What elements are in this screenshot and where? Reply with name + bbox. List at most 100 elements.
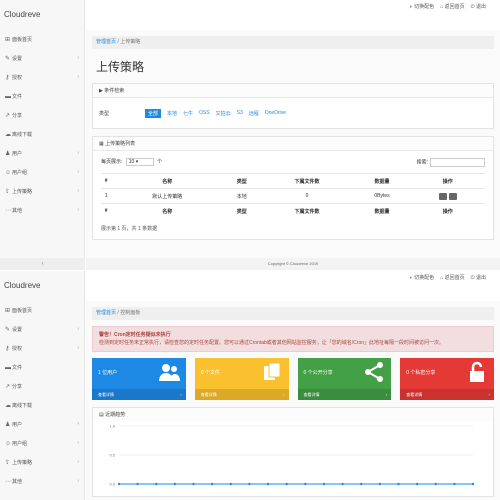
wrench-icon: ✎ [5,56,11,62]
filter-option[interactable]: S3 [237,110,243,116]
sidebar-item-label: 面板首页 [12,37,33,43]
cell-name: 默认上传策略 [111,188,224,204]
sidebar-item[interactable]: ♟ 用户 › [0,144,84,163]
filter-option[interactable]: OneDrive [265,110,286,116]
sidebar-item-label: 用户 [12,151,23,157]
sidebar: Cloudreve ⊞ 面板首页 ✎ 设置 › ⚷ 授权 › ▬ 文件 ↗ 分享 ☁ 离线下载 ♟ 用户 › ☺ 用… [0,0,85,270]
arrow-right-icon: › [180,392,182,397]
arrow-right-icon: › [488,392,490,397]
more-icon: ⋯ [5,208,11,214]
sidebar-item[interactable]: ⇪ 上传策略 › [0,182,84,201]
stat-card-value: 0 个文件 [200,370,220,376]
sidebar-item-label: 其他 [12,208,23,214]
breadcrumb-home[interactable]: 管理首页 [96,310,116,316]
sidebar-item-label: 用户 [12,422,23,428]
key-icon: ⚷ [5,75,10,81]
page-size-select[interactable]: 10 ▾ [125,158,154,166]
sidebar-item[interactable]: ⚷ 授权 › [0,68,84,87]
view-details-link[interactable]: 查看详情 › [297,389,392,400]
sidebar-item[interactable]: ☺ 用户组 › [0,163,84,182]
sidebar-item-label: 用户组 [12,170,28,176]
data-point [341,482,344,486]
filter-option[interactable]: 又拍云 [216,110,231,117]
filter-option[interactable]: 全部 [145,108,162,118]
sidebar-item[interactable]: ↗ 分享 [0,377,84,396]
chevron-right-icon: › [77,74,79,80]
brand-logo[interactable]: Cloudreve [0,0,84,30]
breadcrumb-current: 上传策略 [120,39,141,45]
view-details-link[interactable]: 查看详情 › [400,389,494,400]
arrow-right-icon: › [283,392,285,397]
alert-title: 警告！Cron定时任务疑似未执行 [99,332,171,338]
sidebar-item[interactable]: ♟ 用户 › [0,415,84,434]
sidebar-item[interactable]: ⚷ 授权 › [0,339,84,358]
toggle-color-link[interactable]: ◐ 切换配色 [410,274,434,281]
column-header: # [101,173,112,189]
chevron-right-icon: › [77,345,79,351]
cell-type: 本地 [223,188,261,204]
toggle-color-link[interactable]: ◐ 切换配色 [410,3,434,10]
arrow-right-icon: › [385,392,388,397]
sidebar-item[interactable]: ☁ 离线下载 [0,125,84,144]
sidebar-item-label: 上传策略 [12,460,33,466]
column-header: 操作 [410,203,485,219]
logout-link[interactable]: ⏻ 退出 [471,3,486,10]
files-icon [263,362,280,380]
breadcrumb-home[interactable]: 管理首页 [96,39,116,45]
column-header: 操作 [410,173,485,189]
sidebar-item[interactable]: ☺ 用户组 › [0,434,84,453]
sidebar-item[interactable]: ▬ 文件 [0,358,84,377]
back-home-link[interactable]: ⌂ 返回首页 [440,3,464,10]
view-details-link[interactable]: 查看详情 › [92,389,186,400]
upload-icon: ⇪ [5,189,11,195]
chevron-right-icon: › [77,207,79,213]
y-tick-label: 1.0 [109,424,115,429]
view-details-link[interactable]: 查看详情 › [194,389,289,400]
policy-screen: Cloudreve ⊞ 面板首页 ✎ 设置 › ⚷ 授权 › ▬ 文件 ↗ 分享 ☁ 离线下载 ♟ 用户 › ☺ 用… [0,0,500,270]
back-home-link[interactable]: ⌂ 返回首页 [440,274,464,281]
sidebar-item-label: 其他 [12,479,23,485]
sidebar-item[interactable]: ↗ 分享 [0,106,84,125]
sidebar-item[interactable]: ⋯ 其他 › [0,472,84,491]
upload-icon: ⇪ [5,460,11,466]
logout-link[interactable]: ⏻ 退出 [471,274,486,281]
sidebar-item[interactable]: ⋯ 其他 › [0,201,84,220]
data-point [453,482,456,486]
sidebar-item-label: 分享 [12,113,23,119]
sidebar-collapse-button[interactable]: ‹ [0,258,85,270]
filter-option[interactable]: 远程 [249,110,259,117]
chevron-right-icon: › [77,169,79,175]
delete-button[interactable] [438,192,447,200]
filter-option[interactable]: 本地 [167,110,177,117]
data-point [415,482,419,486]
chevron-right-icon: › [77,459,79,465]
search-input[interactable] [430,157,485,167]
filter-option[interactable]: OSS [199,110,210,116]
cell-id: 1 [101,188,112,204]
brand-logo[interactable]: Cloudreve [0,271,84,301]
sidebar-item[interactable]: ✎ 设置 › [0,320,84,339]
sidebar-item[interactable]: ⊞ 面板首页 [0,30,84,49]
column-header: 名称 [111,203,224,219]
sidebar-item-label: 授权 [12,346,23,352]
page-title: 上传策略 [96,60,145,74]
chevron-right-icon: › [77,55,79,61]
sidebar-item[interactable]: ⇪ 上传策略 › [0,453,84,472]
folder-icon: ▬ [5,93,11,100]
data-point [173,482,177,486]
footer-copyright: Copyright © Cloudreve 2019 [86,258,500,270]
filter-panel: ▶ 条件检索 类型 全部 本地 七牛 OSS 又拍云 S3 远程 OneDrive [92,83,494,129]
users-icon: ☺ [5,169,12,176]
stat-card: 0 个文件查看详情 › [194,358,289,400]
data-point [229,482,232,486]
sidebar-item[interactable]: ☁ 离线下载 [0,396,84,415]
data-point [378,482,382,486]
column-header: 类型 [223,173,261,189]
sidebar-item[interactable]: ✎ 设置 › [0,49,84,68]
edit-button[interactable] [448,192,457,200]
filter-option[interactable]: 七牛 [183,110,193,117]
sidebar-item[interactable]: ▬ 文件 [0,87,84,106]
sidebar-item[interactable]: ⊞ 面板首页 [0,301,84,320]
alert-body: 检测到定时任务未正常执行，请检查您的定时任务配置。您可以通过Crontab或者其… [99,340,445,346]
trend-chart: 1.0 0.5 0.0 [109,424,475,487]
